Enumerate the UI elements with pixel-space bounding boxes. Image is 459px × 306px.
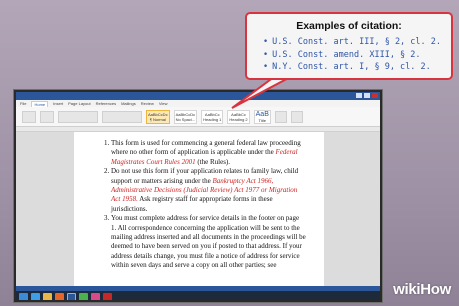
- font-group[interactable]: [58, 110, 98, 123]
- tab-review[interactable]: Review: [141, 101, 154, 106]
- citation-list: U.S. Const. art. III, § 2, cl. 2. U.S. C…: [257, 36, 441, 74]
- style-heading-1[interactable]: AaBbCc Heading 1: [201, 109, 224, 124]
- start-icon[interactable]: [19, 292, 28, 300]
- document-area: This form is used for commencing a gener…: [16, 132, 380, 286]
- citation-item: U.S. Const. amend. XIII, § 2.: [263, 49, 441, 62]
- word-icon[interactable]: [67, 292, 76, 300]
- document-page[interactable]: This form is used for commencing a gener…: [74, 132, 324, 286]
- internet-explorer-icon[interactable]: [31, 292, 40, 300]
- folder-icon[interactable]: [43, 292, 52, 300]
- citation-item: N.Y. Const. art. I, § 9, cl. 2.: [263, 61, 441, 74]
- paint-icon[interactable]: [91, 292, 100, 300]
- style-name: Heading 1: [203, 116, 222, 122]
- list-item: You must complete address for service de…: [111, 214, 306, 270]
- tab-page-layout[interactable]: Page Layout: [68, 101, 90, 106]
- acrobat-icon[interactable]: [103, 292, 112, 300]
- tab-home[interactable]: Home: [31, 100, 49, 107]
- paste-button[interactable]: [22, 110, 36, 123]
- callout-title: Examples of citation:: [296, 20, 402, 32]
- close-button[interactable]: [372, 93, 378, 98]
- style-sample: AaB: [255, 110, 269, 118]
- change-styles-button[interactable]: [274, 110, 287, 123]
- list-item: Do not use this form if your application…: [111, 167, 306, 214]
- citation-item: U.S. Const. art. III, § 2, cl. 2.: [263, 36, 441, 49]
- ribbon: AaBbCcDc ¶ Normal AaBbCcDc No Spaci... A…: [16, 107, 380, 127]
- clipboard-group[interactable]: [40, 110, 54, 123]
- window-controls: [356, 93, 378, 98]
- style-title[interactable]: AaB Title: [253, 109, 271, 124]
- tab-view[interactable]: View: [159, 101, 168, 106]
- style-heading-2[interactable]: AaBbCc Heading 2: [227, 109, 250, 124]
- chrome-icon[interactable]: [79, 292, 88, 300]
- tab-file[interactable]: File: [20, 101, 26, 106]
- editing-group[interactable]: [290, 110, 303, 123]
- tab-mailings[interactable]: Mailings: [121, 101, 136, 106]
- maximize-button[interactable]: [364, 93, 370, 98]
- ribbon-tabs: File Home Insert Page Layout References …: [16, 100, 380, 107]
- tab-references[interactable]: References: [96, 101, 116, 106]
- style-name: ¶ Normal: [149, 116, 166, 122]
- tab-insert[interactable]: Insert: [53, 101, 63, 106]
- taskbar: [16, 291, 380, 300]
- style-normal[interactable]: AaBbCcDc ¶ Normal: [146, 109, 170, 124]
- list-item: This form is used for commencing a gener…: [111, 139, 306, 167]
- minimize-button[interactable]: [356, 93, 362, 98]
- media-player-icon[interactable]: [55, 292, 64, 300]
- wikihow-logo: wikiHow: [393, 281, 451, 298]
- style-name: Heading 2: [229, 116, 248, 122]
- style-name: Title: [258, 117, 266, 123]
- style-no-spacing[interactable]: AaBbCcDc No Spaci...: [173, 109, 198, 124]
- paragraph-group[interactable]: [102, 110, 142, 123]
- instruction-list: This form is used for commencing a gener…: [102, 139, 306, 271]
- monitor-screen: File Home Insert Page Layout References …: [14, 90, 382, 302]
- style-name: No Spaci...: [175, 116, 196, 122]
- word-titlebar: [16, 92, 380, 100]
- citation-callout: Examples of citation: U.S. Const. art. I…: [245, 12, 453, 80]
